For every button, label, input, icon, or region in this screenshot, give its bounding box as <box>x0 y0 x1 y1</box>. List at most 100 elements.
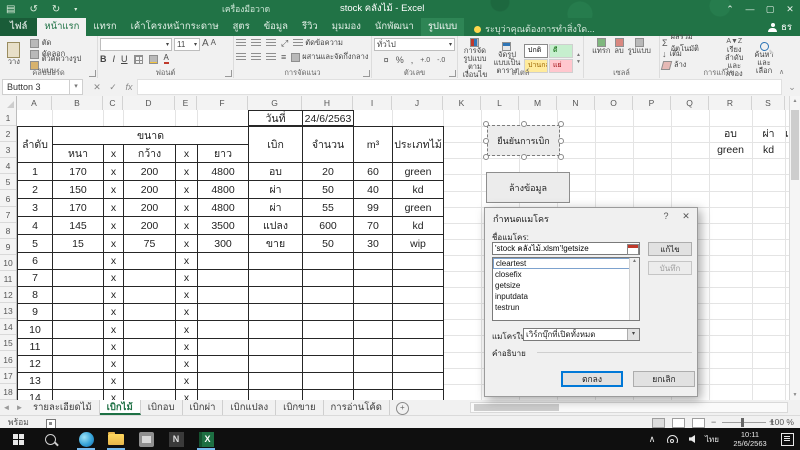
percent-style-icon[interactable]: % <box>396 55 404 65</box>
macro-item-cleartest[interactable]: cleartest <box>493 258 639 269</box>
macro-item-inputdata[interactable]: inputdata <box>493 291 639 302</box>
cell[interactable]: x <box>104 321 124 338</box>
cell[interactable] <box>124 338 176 355</box>
column-header-J[interactable]: J <box>392 96 443 110</box>
selection-handle[interactable] <box>558 121 564 127</box>
column-header-D[interactable]: D <box>123 96 175 110</box>
macro-name-input[interactable] <box>492 242 640 255</box>
cell[interactable]: 200 <box>124 217 176 235</box>
cell[interactable]: 200 <box>124 199 176 217</box>
increase-decimal-icon[interactable]: +.0 <box>420 57 430 64</box>
borders-icon[interactable] <box>134 55 143 64</box>
cell[interactable]: 2 <box>18 181 53 199</box>
bold-button[interactable]: B <box>100 54 107 64</box>
row-header-2[interactable]: 2 <box>0 126 16 142</box>
taskbar-search-button[interactable] <box>36 428 64 450</box>
start-button[interactable] <box>4 428 32 450</box>
cell[interactable] <box>53 304 104 321</box>
align-center-icon[interactable] <box>251 53 261 61</box>
header-withdraw[interactable]: เบิก <box>249 127 303 163</box>
cell[interactable] <box>354 287 393 304</box>
cell[interactable]: อบ <box>249 163 303 181</box>
row-header-6[interactable]: 6 <box>0 191 16 207</box>
cell[interactable] <box>249 253 303 270</box>
cell[interactable] <box>124 253 176 270</box>
cell[interactable] <box>249 304 303 321</box>
cell[interactable]: 3 <box>18 199 53 217</box>
column-header-N[interactable]: N <box>557 96 595 110</box>
cell[interactable]: kd <box>393 181 444 199</box>
cell[interactable]: x <box>176 304 198 321</box>
column-header-F[interactable]: F <box>197 96 248 110</box>
cell[interactable]: x <box>104 338 124 355</box>
italic-button[interactable]: I <box>113 54 116 64</box>
cell[interactable] <box>303 355 354 372</box>
cell[interactable] <box>198 355 249 372</box>
excel-taskbar-button[interactable]: X <box>192 428 220 450</box>
cell[interactable] <box>124 270 176 287</box>
n-app-taskbar-button[interactable]: N <box>162 428 190 450</box>
cell[interactable]: x <box>176 181 198 199</box>
ribbon-tab-หน้าแรก[interactable]: หน้าแรก <box>37 18 86 36</box>
sheet-tab-เบิกขาย[interactable]: เบิกขาย <box>276 400 323 415</box>
cell[interactable] <box>249 338 303 355</box>
merge-center-button[interactable]: ผสานและจัดกึ่งกลาง <box>291 51 368 63</box>
cell[interactable]: 4 <box>18 217 53 235</box>
indent-icon[interactable]: ≡ <box>281 52 286 62</box>
selection-handle[interactable] <box>521 121 527 127</box>
cell[interactable] <box>393 389 444 400</box>
cell[interactable] <box>53 355 104 372</box>
file-explorer-taskbar-button[interactable] <box>102 428 130 450</box>
comma-style-icon[interactable]: , <box>411 55 414 65</box>
cell[interactable]: x <box>104 253 124 270</box>
font-dialog-launcher[interactable] <box>225 70 232 77</box>
column-header-I[interactable]: I <box>353 96 392 110</box>
cell[interactable] <box>354 389 393 400</box>
cell[interactable]: 3500 <box>198 217 249 235</box>
cell[interactable] <box>303 304 354 321</box>
column-header-P[interactable]: P <box>633 96 671 110</box>
cell[interactable]: 60 <box>354 163 393 181</box>
scroll-up-icon[interactable]: ▲ <box>790 96 800 106</box>
cell[interactable] <box>354 253 393 270</box>
cell[interactable] <box>249 270 303 287</box>
cell[interactable]: x <box>104 304 124 321</box>
cell[interactable]: 15 <box>53 235 104 253</box>
ribbon-tab-มุมมอง[interactable]: มุมมอง <box>325 18 368 36</box>
cell[interactable]: 4800 <box>198 181 249 199</box>
alignment-dialog-launcher[interactable] <box>363 70 370 77</box>
ribbon-tab-นักพัฒนา[interactable]: นักพัฒนา <box>368 18 421 36</box>
hidden-icons-chevron[interactable]: ∧ <box>644 428 660 450</box>
ribbon-tab-สูตร[interactable]: สูตร <box>226 18 257 36</box>
cell[interactable]: x <box>176 217 198 235</box>
format-cells-button[interactable]: รูปแบบ <box>628 38 651 55</box>
cell[interactable] <box>393 304 444 321</box>
cell[interactable] <box>249 372 303 389</box>
cell[interactable]: แปลง <box>249 217 303 235</box>
column-header-A[interactable]: A <box>17 96 52 110</box>
cell[interactable] <box>393 287 444 304</box>
row-header-12[interactable]: 12 <box>0 287 16 303</box>
column-header-L[interactable]: L <box>481 96 519 110</box>
name-box[interactable]: Button 3 <box>2 79 70 95</box>
sheet-tab-เบิกไม้[interactable]: เบิกไม้ <box>100 400 141 415</box>
account-button[interactable]: ธร <box>768 18 792 36</box>
cell-date-value[interactable]: 24/6/2563 <box>302 110 354 126</box>
cell[interactable] <box>53 372 104 389</box>
ribbon-collapse[interactable]: ∧ <box>778 36 789 78</box>
cell[interactable] <box>249 287 303 304</box>
horizontal-scrollbar[interactable] <box>470 402 788 413</box>
cell[interactable] <box>354 270 393 287</box>
cell[interactable]: 30 <box>354 235 393 253</box>
cell[interactable] <box>393 253 444 270</box>
ribbon-tab-รูปแบบ[interactable]: รูปแบบ <box>421 18 464 36</box>
cell[interactable]: 7 <box>18 270 53 287</box>
column-header-G[interactable]: G <box>248 96 302 110</box>
cell[interactable] <box>198 287 249 304</box>
cell[interactable] <box>53 338 104 355</box>
cell[interactable] <box>124 389 176 400</box>
row-header-8[interactable]: 8 <box>0 223 16 239</box>
cell[interactable]: kd <box>393 217 444 235</box>
header-x[interactable]: x <box>176 145 198 163</box>
column-header-R[interactable]: R <box>709 96 752 110</box>
